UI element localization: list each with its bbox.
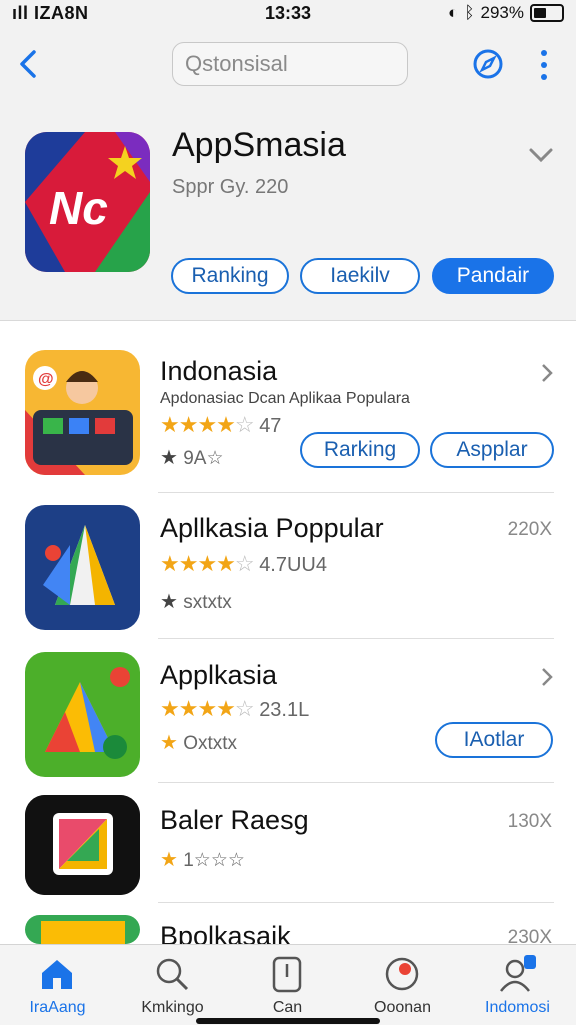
app-icon: Nc: [25, 132, 150, 272]
rating-value: 47: [259, 415, 282, 437]
divider: [158, 638, 554, 639]
tab-bar: IraAang Kmkingo Can Ooonan Indomosi: [0, 944, 576, 1025]
meta-text: 1☆☆☆: [183, 850, 245, 871]
popular-button[interactable]: Aspplar: [430, 432, 554, 468]
list-item[interactable]: Baler Raesg ★ 1☆☆☆ 130X: [0, 795, 576, 900]
list-item-meta: ★ 9A☆: [160, 445, 224, 470]
divider: [158, 902, 554, 903]
profile-icon: [500, 955, 536, 992]
ranking-button[interactable]: Ranking: [171, 258, 289, 294]
list-item-meta: ★ sxtxtx: [160, 589, 232, 614]
star-icon: ★: [160, 849, 178, 871]
meta-text: 9A☆: [183, 448, 224, 469]
tab-label: Can: [272, 999, 303, 1016]
list-item[interactable]: Applkasia ★★★★☆ 23.1L ★ Oxtxtx IAotlar: [0, 652, 576, 782]
list-item-icon: [25, 652, 140, 777]
tab-profile[interactable]: Indomosi: [460, 945, 575, 1025]
list-item-title: Baler Raesg: [160, 805, 309, 835]
list-item-icon: [25, 915, 140, 944]
star-icon: ★: [160, 591, 178, 613]
tab-label: Indomosi: [485, 999, 550, 1016]
tab-label: Kmkingo: [141, 999, 204, 1016]
tab-label: IraAang: [29, 999, 86, 1016]
list-item-title: Indonasia: [160, 356, 278, 386]
divider: [158, 782, 554, 783]
app-header: Qstonsisal Nc AppSmasia Sppr Gy. 220 Ran…: [0, 26, 576, 321]
size-label: 230X: [507, 927, 552, 944]
list-item-meta: ★ Oxtxtx: [160, 730, 237, 755]
home-indicator: [196, 1018, 380, 1024]
size-label: 220X: [507, 519, 552, 540]
app-title: AppSmasia: [172, 126, 346, 164]
tab-home[interactable]: IraAang: [0, 945, 115, 1025]
list-item-subtitle: Apdonasiac Dcan Aplikaa Populara: [160, 390, 410, 407]
bluetooth-icon: ᛒ: [464, 3, 475, 22]
list-item-title: Applkasia: [160, 660, 278, 690]
search-input[interactable]: Qstonsisal: [172, 42, 408, 86]
rating-value: 4.7UU4: [259, 554, 327, 576]
ranking-button[interactable]: Rarking: [300, 432, 420, 468]
list-item-icon: [25, 795, 140, 895]
app-subtitle: Sppr Gy. 220: [172, 176, 289, 198]
chevron-right-icon[interactable]: [540, 666, 554, 688]
meta-text: sxtxtx: [183, 592, 232, 613]
rating: ★★★★☆ 23.1L: [160, 696, 309, 722]
list-item-title: Bpolkasaik: [160, 921, 291, 944]
list-item-title: Apllkasia Poppular: [160, 513, 384, 543]
rotation-lock-icon: ◐: [448, 3, 459, 22]
download-button[interactable]: IAotlar: [435, 722, 553, 758]
tablet-icon: [272, 956, 302, 993]
star-icon: ★: [160, 732, 178, 754]
battery-icon: [530, 4, 564, 22]
tab-label: Ooonan: [374, 999, 431, 1016]
divider: [158, 492, 554, 493]
tab-updates[interactable]: Ooonan: [345, 945, 460, 1025]
more-icon[interactable]: [534, 48, 554, 82]
back-icon[interactable]: [14, 46, 44, 82]
list-item-meta: ★ 1☆☆☆: [160, 847, 245, 872]
list-item[interactable]: Bpolkasaik 230X: [0, 915, 576, 944]
status-bar: ıll IZA8N 13:33 ◐ ᛒ 293%: [0, 0, 576, 26]
list-item[interactable]: @ Indonasia Apdonasiac Dcan Aplikaa Popu…: [0, 350, 576, 490]
download-button[interactable]: Pandair: [432, 258, 554, 294]
size-label: 130X: [507, 811, 552, 832]
rating: ★★★★☆ 47: [160, 412, 281, 438]
home-icon: [42, 960, 72, 989]
list-item-icon: @: [25, 350, 140, 475]
cart-icon: [385, 957, 419, 991]
app-icon-text: Nc: [49, 182, 108, 234]
chevron-right-icon[interactable]: [540, 362, 554, 384]
tab-search[interactable]: Kmkingo: [115, 945, 230, 1025]
star-rating-icon: ★★★★☆: [160, 551, 255, 576]
list-item[interactable]: Apllkasia Poppular ★★★★☆ 4.7UU4 ★ sxtxtx…: [0, 505, 576, 635]
battery-percent: 293%: [480, 3, 524, 22]
tab-apps[interactable]: Can: [230, 945, 345, 1025]
meta-text: Oxtxtx: [183, 733, 238, 754]
search-icon: [156, 958, 189, 991]
list-item-icon: [25, 505, 140, 630]
rating: ★★★★☆ 4.7UU4: [160, 551, 327, 577]
svg-text:@: @: [38, 371, 54, 388]
compass-icon[interactable]: [472, 48, 504, 80]
rating-value: 23.1L: [259, 699, 310, 721]
detail-button[interactable]: Iaekilv: [300, 258, 420, 294]
star-rating-icon: ★★★★☆: [160, 696, 255, 721]
chevron-down-icon[interactable]: [528, 144, 554, 166]
star-icon: ★: [160, 447, 178, 469]
star-rating-icon: ★★★★☆: [160, 412, 255, 437]
status-right: ◐ ᛒ 293%: [448, 3, 564, 23]
